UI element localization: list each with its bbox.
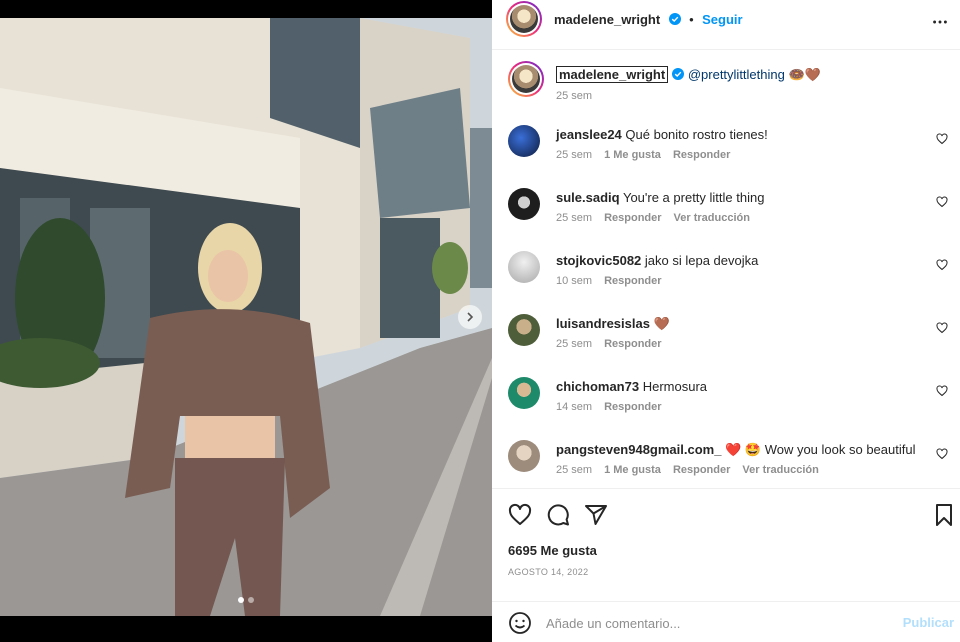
author-avatar[interactable] [506, 1, 542, 37]
comment-time[interactable]: 25 sem [556, 338, 592, 350]
heart-icon[interactable] [936, 385, 948, 397]
more-horizontal-icon [933, 20, 947, 24]
send-icon[interactable] [584, 503, 608, 527]
reply-button[interactable]: Responder [604, 401, 661, 413]
media-bottom-letterbox [0, 616, 492, 642]
commenter-username[interactable]: stojkovic5082 [556, 253, 641, 268]
heart-icon[interactable] [936, 196, 948, 208]
add-comment-bar: Publicar [492, 601, 960, 642]
heart-icon[interactable] [936, 259, 948, 271]
comment-text: jako si lepa devojka [644, 253, 759, 268]
commenter-avatar[interactable] [508, 377, 540, 409]
reply-button[interactable]: Responder [604, 212, 661, 224]
comment-input[interactable] [546, 610, 886, 636]
post-panel: madelene_wright • Seguir madelene_wright… [492, 0, 960, 642]
post-photo [0, 18, 492, 616]
carousel-dot-active [238, 597, 244, 603]
comment-text: ❤️ 🤩 Wow you look so beautiful [725, 442, 916, 457]
commenter-avatar[interactable] [508, 125, 540, 157]
heart-icon[interactable] [936, 133, 948, 145]
caption-username[interactable]: madelene_wright [556, 66, 669, 83]
verified-badge-icon [668, 13, 681, 25]
comment-time[interactable]: 25 sem [556, 212, 592, 224]
reply-button[interactable]: Responder [604, 338, 661, 350]
media-top-letterbox [0, 0, 492, 18]
carousel-dots [238, 597, 254, 603]
chevron-right-icon [467, 312, 474, 322]
comment-text: 🤎 [653, 316, 670, 331]
comment-text: Hermosura [642, 379, 708, 394]
comment-item: pangsteven948gmail.com_ ❤️ 🤩 Wow you loo… [508, 440, 948, 480]
follow-button[interactable]: Seguir [702, 12, 742, 27]
post-date[interactable]: AGOSTO 14, 2022 [508, 567, 588, 577]
caption-avatar[interactable] [508, 61, 544, 97]
comment-item: luisandresislas 🤎 25 sem Responder [508, 314, 948, 354]
heart-icon[interactable] [936, 448, 948, 460]
more-options-button[interactable] [930, 12, 950, 32]
commenter-avatar[interactable] [508, 314, 540, 346]
comment-time[interactable]: 10 sem [556, 275, 592, 287]
commenter-avatar[interactable] [508, 440, 540, 472]
caption: madelene_wright @prettylittlething 🍩🤎 25… [508, 61, 948, 109]
caption-mention[interactable]: @prettylittlething [688, 67, 785, 82]
bookmark-icon[interactable] [932, 503, 956, 527]
comment-icon[interactable] [546, 503, 570, 527]
author-username[interactable]: madelene_wright [554, 12, 660, 27]
heart-icon[interactable] [936, 322, 948, 334]
comment-text: Qué bonito rostro tienes! [625, 127, 768, 142]
post-actions: 6695 Me gusta AGOSTO 14, 2022 Publicar [492, 488, 960, 642]
see-translation-button[interactable]: Ver traducción [674, 212, 750, 224]
comments-list: madelene_wright @prettylittlething 🍩🤎 25… [492, 51, 960, 487]
reply-button[interactable]: Responder [604, 275, 661, 287]
caption-time[interactable]: 25 sem [556, 90, 592, 102]
carousel-dot [248, 597, 254, 603]
comment-item: jeanslee24 Qué bonito rostro tienes! 25 … [508, 125, 948, 165]
commenter-username[interactable]: pangsteven948gmail.com_ [556, 442, 721, 457]
next-image-button[interactable] [458, 305, 482, 329]
see-translation-button[interactable]: Ver traducción [742, 464, 818, 476]
comment-time[interactable]: 25 sem [556, 464, 592, 476]
emoji-icon[interactable] [508, 611, 532, 635]
comment-item: chichoman73 Hermosura 14 sem Responder [508, 377, 948, 417]
commenter-avatar[interactable] [508, 188, 540, 220]
post-header: madelene_wright • Seguir [492, 0, 960, 50]
commenter-avatar[interactable] [508, 251, 540, 283]
reply-button[interactable]: Responder [673, 464, 730, 476]
verified-badge-icon [672, 68, 685, 80]
heart-icon[interactable] [508, 503, 532, 527]
comment-likes[interactable]: 1 Me gusta [604, 464, 661, 476]
commenter-username[interactable]: chichoman73 [556, 379, 639, 394]
commenter-username[interactable]: luisandresislas [556, 316, 650, 331]
separator-dot: • [689, 12, 694, 27]
comment-text: You're a pretty little thing [622, 190, 765, 205]
commenter-username[interactable]: sule.sadiq [556, 190, 620, 205]
comment-item: sule.sadiq You're a pretty little thing … [508, 188, 948, 228]
commenter-username[interactable]: jeanslee24 [556, 127, 622, 142]
likes-count[interactable]: 6695 Me gusta [508, 543, 597, 558]
comment-item: stojkovic5082 jako si lepa devojka 10 se… [508, 251, 948, 291]
comment-likes[interactable]: 1 Me gusta [604, 149, 661, 161]
comment-time[interactable]: 14 sem [556, 401, 592, 413]
reply-button[interactable]: Responder [673, 149, 730, 161]
caption-emoji: 🍩🤎 [788, 67, 821, 82]
post-media [0, 0, 492, 642]
publish-button[interactable]: Publicar [903, 615, 954, 630]
comment-time[interactable]: 25 sem [556, 149, 592, 161]
